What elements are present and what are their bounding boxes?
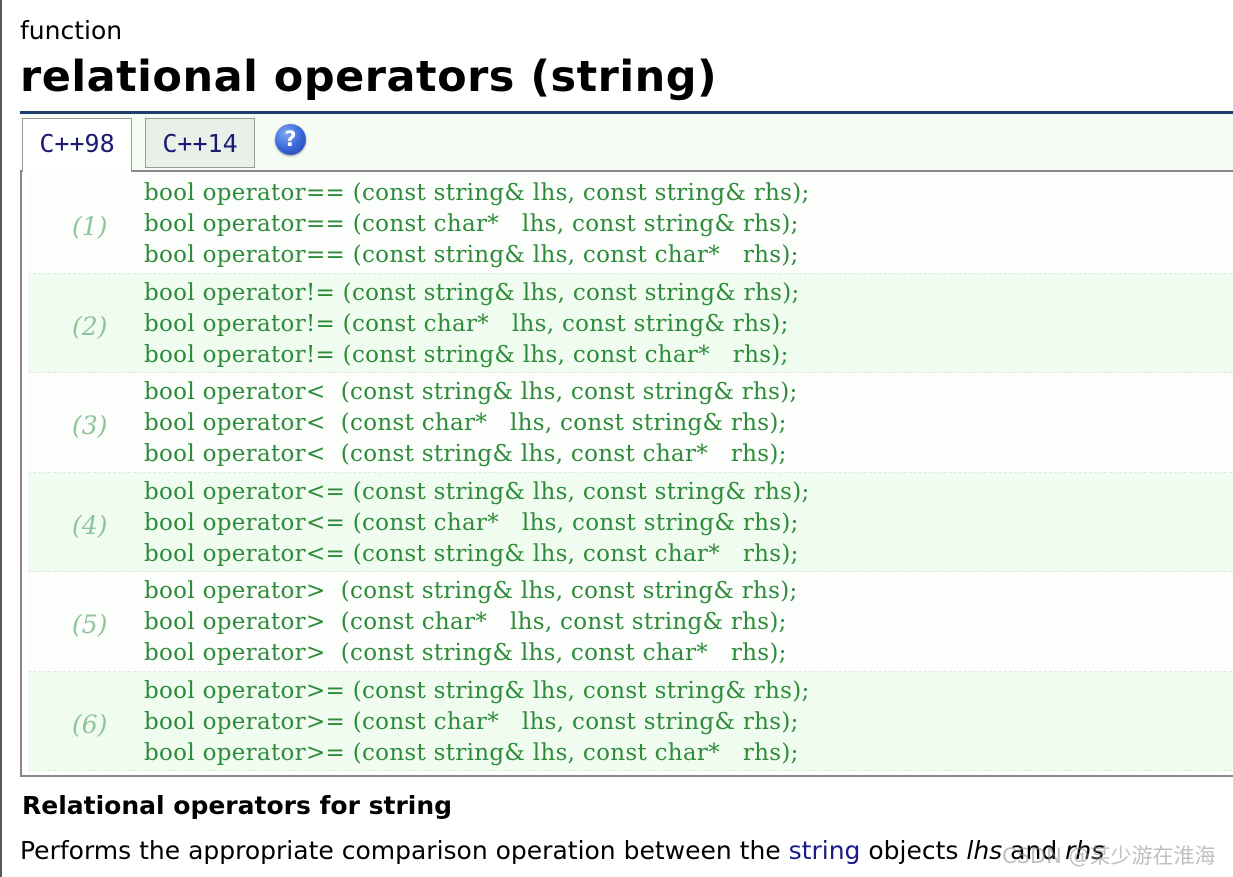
declaration-line: bool operator!= (const char* lhs, const … <box>144 310 789 337</box>
declaration-line: bool operator< (const string& lhs, const… <box>144 441 787 467</box>
help-icon[interactable]: ? <box>275 124 306 155</box>
declaration-line: bool operator!= (const string& lhs, cons… <box>144 341 789 368</box>
overload-number: (6) <box>72 709 108 739</box>
declaration-line: bool operator< (const char* lhs, const s… <box>144 410 787 436</box>
declaration-group: (3) bool operator< (const string& lhs, co… <box>28 373 1233 473</box>
declaration-group: (6) bool operator>= (const string& lhs, c… <box>28 671 1233 771</box>
description-paragraph: Performs the appropriate comparison oper… <box>20 834 1104 868</box>
declaration-line: bool operator<= (const char* lhs, const … <box>144 509 799 536</box>
declarations-panel: (1) bool operator== (const string& lhs, c… <box>20 170 1233 777</box>
param-lhs: lhs <box>966 836 1003 865</box>
declaration-line: bool operator== (const char* lhs, const … <box>144 211 799 237</box>
declaration-line: bool operator== (const string& lhs, cons… <box>144 242 799 268</box>
declaration-line: bool operator<= (const string& lhs, cons… <box>144 478 810 505</box>
declaration-line: bool operator> (const string& lhs, const… <box>144 640 787 666</box>
declaration-line: bool operator== (const string& lhs, cons… <box>144 180 810 206</box>
page-title: relational operators (string) <box>20 52 718 102</box>
declaration-group: (4) bool operator<= (const string& lhs, c… <box>28 472 1233 572</box>
desc-text-mid: objects <box>860 836 967 865</box>
declaration-group: (5) bool operator> (const string& lhs, co… <box>28 572 1233 672</box>
overload-number: (2) <box>72 311 108 341</box>
declaration-line: bool operator<= (const string& lhs, cons… <box>144 540 799 567</box>
declaration-line: bool operator< (const string& lhs, const… <box>144 379 798 405</box>
declaration-line: bool operator> (const string& lhs, const… <box>144 578 798 604</box>
overload-number: (1) <box>72 212 108 241</box>
tab-cpp14[interactable]: C++14 <box>145 118 255 168</box>
desc-text-prefix: Performs the appropriate comparison oper… <box>20 836 789 865</box>
declaration-line: bool operator> (const char* lhs, const s… <box>144 609 787 635</box>
overload-number: (3) <box>72 411 108 440</box>
tab-cpp98[interactable]: C++98 <box>22 118 132 172</box>
reference-page: function relational operators (string) C… <box>0 0 1233 877</box>
declaration-line: bool operator>= (const string& lhs, cons… <box>144 677 810 704</box>
overload-number: (5) <box>72 610 108 639</box>
declaration-line: bool operator>= (const string& lhs, cons… <box>144 739 799 766</box>
section-heading: Relational operators for string <box>22 791 453 820</box>
declaration-group: (2) bool operator!= (const string& lhs, c… <box>28 273 1233 373</box>
declaration-group: (1) bool operator== (const string& lhs, c… <box>28 174 1233 274</box>
declaration-line: bool operator>= (const char* lhs, const … <box>144 708 799 735</box>
entity-kind-label: function <box>20 16 123 45</box>
watermark: CSDN @某少游在淮海 <box>1002 844 1216 868</box>
declaration-line: bool operator!= (const string& lhs, cons… <box>144 279 800 306</box>
string-link[interactable]: string <box>789 836 861 865</box>
overload-number: (4) <box>72 510 108 540</box>
